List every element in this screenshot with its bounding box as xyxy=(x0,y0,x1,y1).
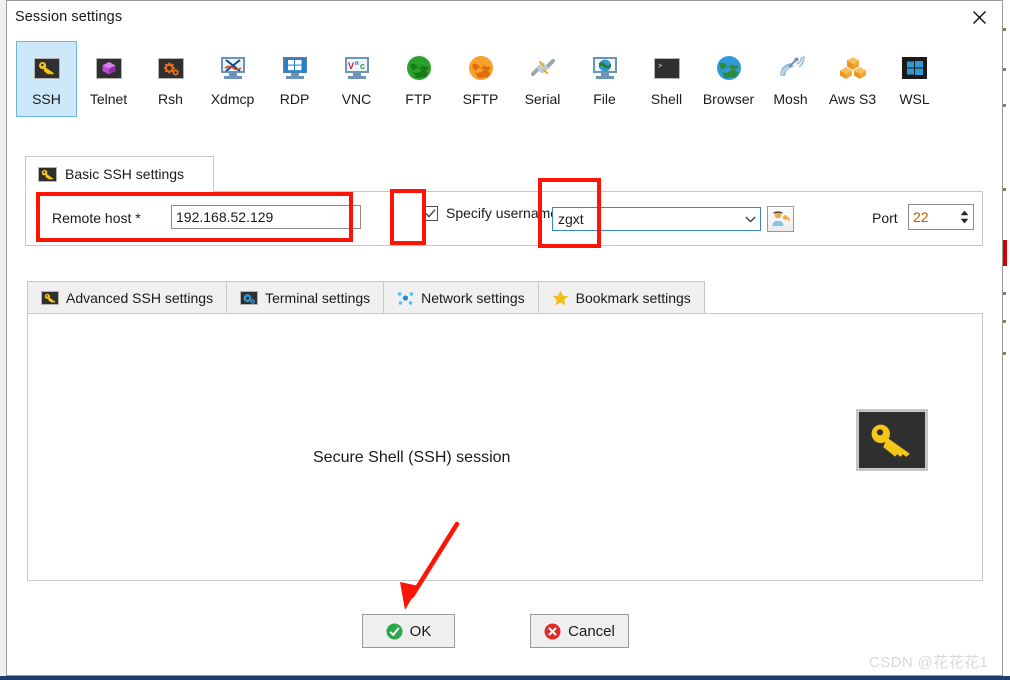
file-monitor-icon xyxy=(588,51,622,85)
close-icon[interactable] xyxy=(956,1,1002,33)
protocol-rsh[interactable]: Rsh xyxy=(140,41,201,117)
tab-label: Network settings xyxy=(421,290,525,306)
protocol-label: FTP xyxy=(405,91,432,107)
basic-ssh-settings-tab-label: Basic SSH settings xyxy=(65,166,185,182)
protocol-ftp[interactable]: FTP xyxy=(388,41,449,117)
key-icon xyxy=(30,51,64,85)
tab-label: Bookmark settings xyxy=(575,290,691,306)
gears-icon xyxy=(240,291,259,305)
protocol-label: VNC xyxy=(341,91,372,107)
svg-text:n: n xyxy=(355,61,359,67)
key-icon xyxy=(856,409,928,471)
user-key-icon[interactable] xyxy=(767,206,794,232)
aws-cubes-icon xyxy=(836,51,870,85)
protocol-browser[interactable]: Browser xyxy=(698,41,759,117)
ok-button[interactable]: OK xyxy=(362,614,455,648)
protocol-wsl[interactable]: WSL xyxy=(884,41,945,117)
gears-icon xyxy=(154,51,188,85)
tab-label: Advanced SSH settings xyxy=(66,290,214,306)
green-globe-icon xyxy=(402,51,436,85)
svg-text:>: > xyxy=(658,63,662,71)
tab-label: Terminal settings xyxy=(265,290,371,306)
port-label: Port xyxy=(872,210,898,226)
star-icon xyxy=(552,290,569,306)
protocol-label: RDP xyxy=(279,91,310,107)
protocol-label: Rsh xyxy=(158,91,183,107)
protocol-label: Browser xyxy=(702,91,755,107)
spinner-up-icon[interactable] xyxy=(960,210,969,216)
username-value[interactable]: zgxt xyxy=(553,211,740,227)
dialog-title: Session settings xyxy=(15,9,123,25)
orange-globe-icon xyxy=(464,51,498,85)
svg-text:V: V xyxy=(348,61,354,71)
session-preview-panel: Secure Shell (SSH) session xyxy=(27,313,983,581)
protocol-shell[interactable]: > Shell xyxy=(636,41,697,117)
session-settings-dialog: Session settings SSH Telnet Rsh Xdmcp RD… xyxy=(6,0,1003,676)
red-x-icon xyxy=(544,623,561,640)
protocol-label: Mosh xyxy=(773,91,808,107)
windows-icon xyxy=(898,51,932,85)
basic-ssh-settings-body: Remote host * Specify username Port 22 xyxy=(25,191,983,246)
ok-button-label: OK xyxy=(409,622,432,640)
remote-host-label: Remote host * xyxy=(52,210,141,226)
protocol-label: WSL xyxy=(899,91,930,107)
protocol-selector: SSH Telnet Rsh Xdmcp RDP V n c VNC FTP S… xyxy=(16,41,991,127)
green-check-icon xyxy=(386,623,403,640)
session-description: Secure Shell (SSH) session xyxy=(313,449,511,466)
port-stepper[interactable]: 22 xyxy=(908,204,974,230)
username-combobox[interactable]: zgxt xyxy=(552,207,761,231)
cancel-button-label: Cancel xyxy=(568,622,615,640)
tab-bookmark-settings[interactable]: Bookmark settings xyxy=(537,281,705,314)
remote-host-input[interactable] xyxy=(171,205,361,229)
basic-ssh-settings-group: Basic SSH settings Remote host * Specify… xyxy=(25,156,983,246)
protocol-sftp[interactable]: SFTP xyxy=(450,41,511,117)
tab-advanced-ssh-settings[interactable]: Advanced SSH settings xyxy=(27,281,228,314)
specify-username-checkbox[interactable]: Specify username xyxy=(423,205,558,221)
gem-icon xyxy=(92,51,126,85)
network-icon xyxy=(397,290,414,306)
key-icon xyxy=(38,166,57,182)
x-monitor-icon xyxy=(216,51,250,85)
tab-terminal-settings[interactable]: Terminal settings xyxy=(226,281,385,314)
satellite-icon xyxy=(774,51,808,85)
app-background-bottom-bar xyxy=(0,676,1010,680)
dialog-titlebar: Session settings xyxy=(7,1,1002,34)
plug-icon xyxy=(526,51,560,85)
checkbox-checked-icon xyxy=(423,205,438,221)
chevron-down-icon[interactable] xyxy=(740,208,760,230)
protocol-label: SFTP xyxy=(462,91,499,107)
blue-globe-icon xyxy=(712,51,746,85)
port-spinner-buttons[interactable] xyxy=(956,205,973,229)
protocol-label: Aws S3 xyxy=(828,91,877,107)
basic-ssh-settings-tab[interactable]: Basic SSH settings xyxy=(25,156,214,192)
spinner-down-icon[interactable] xyxy=(960,218,969,224)
tab-network-settings[interactable]: Network settings xyxy=(383,281,539,314)
windows-monitor-icon xyxy=(278,51,312,85)
protocol-xdmcp[interactable]: Xdmcp xyxy=(202,41,263,117)
cancel-button[interactable]: Cancel xyxy=(530,614,629,648)
protocol-file[interactable]: File xyxy=(574,41,635,117)
terminal-icon: > xyxy=(650,51,684,85)
protocol-serial[interactable]: Serial xyxy=(512,41,573,117)
protocol-label: Shell xyxy=(650,91,683,107)
key-icon xyxy=(41,291,59,305)
port-value[interactable]: 22 xyxy=(909,205,956,229)
protocol-ssh[interactable]: SSH xyxy=(16,41,77,117)
protocol-label: SSH xyxy=(32,91,61,107)
svg-text:c: c xyxy=(360,61,365,71)
protocol-label: Telnet xyxy=(89,91,128,107)
watermark: CSDN @花花花1 xyxy=(869,654,989,671)
specify-username-label: Specify username xyxy=(446,205,559,221)
protocol-label: Xdmcp xyxy=(210,91,255,107)
protocol-vnc[interactable]: V n c VNC xyxy=(326,41,387,117)
protocol-aws-s3[interactable]: Aws S3 xyxy=(822,41,883,117)
protocol-label: Serial xyxy=(524,91,561,107)
protocol-mosh[interactable]: Mosh xyxy=(760,41,821,117)
protocol-rdp[interactable]: RDP xyxy=(264,41,325,117)
protocol-telnet[interactable]: Telnet xyxy=(78,41,139,117)
protocol-label: File xyxy=(593,91,616,107)
settings-tabbar: Advanced SSH settings Terminal settings xyxy=(27,281,983,314)
vnc-monitor-icon: V n c xyxy=(340,51,374,85)
